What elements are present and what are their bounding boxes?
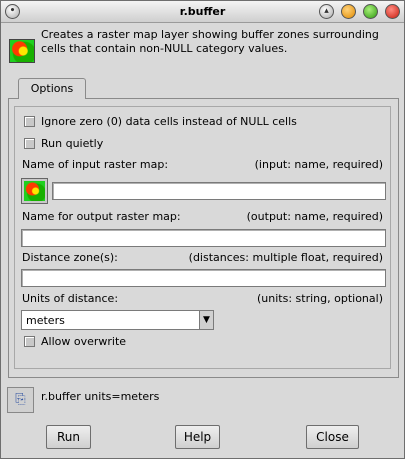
input-label: Name of input raster map: — [22, 158, 169, 171]
ignore-zero-checkbox[interactable] — [24, 116, 35, 127]
distance-label: Distance zone(s): — [22, 251, 118, 264]
distance-hint: (distances: multiple float, required) — [188, 251, 383, 264]
distance-field[interactable] — [21, 269, 386, 287]
maximize-button[interactable] — [363, 4, 378, 19]
input-browse-button[interactable] — [21, 178, 48, 204]
output-field[interactable] — [21, 229, 386, 247]
overwrite-checkbox[interactable] — [24, 336, 35, 347]
close-window-button[interactable] — [385, 4, 400, 19]
help-button[interactable]: Help — [175, 425, 220, 449]
overwrite-label: Allow overwrite — [41, 335, 127, 348]
command-line-text: r.buffer units=meters — [41, 390, 160, 403]
raster-map-icon — [9, 39, 35, 63]
ignore-zero-label: Ignore zero (0) data cells instead of NU… — [41, 115, 297, 128]
run-button[interactable]: Run — [46, 425, 91, 449]
output-hint: (output: name, required) — [246, 210, 383, 223]
minimize-button[interactable] — [341, 4, 356, 19]
input-hint: (input: name, required) — [254, 158, 383, 171]
title-bar[interactable]: • r.buffer ▴ — [1, 1, 404, 23]
units-select[interactable]: meters ▼ — [21, 310, 214, 330]
module-description: Creates a raster map layer showing buffe… — [41, 28, 379, 55]
units-label: Units of distance: — [22, 292, 119, 305]
raster-map-icon — [24, 181, 45, 201]
chevron-down-icon[interactable]: ▼ — [199, 311, 213, 329]
shade-button[interactable]: ▴ — [319, 4, 334, 19]
run-quietly-label: Run quietly — [41, 137, 104, 150]
dialog-window: • r.buffer ▴ Creates a raster map layer … — [0, 0, 405, 459]
output-label: Name for output raster map: — [22, 210, 181, 223]
copy-icon[interactable]: ⎘ — [7, 387, 34, 413]
run-quietly-checkbox[interactable] — [24, 138, 35, 149]
close-button[interactable]: Close — [306, 425, 359, 449]
units-hint: (units: string, optional) — [257, 292, 383, 305]
tab-options[interactable]: Options — [18, 78, 86, 99]
units-selected-value: meters — [26, 314, 65, 327]
input-field[interactable] — [52, 182, 386, 200]
